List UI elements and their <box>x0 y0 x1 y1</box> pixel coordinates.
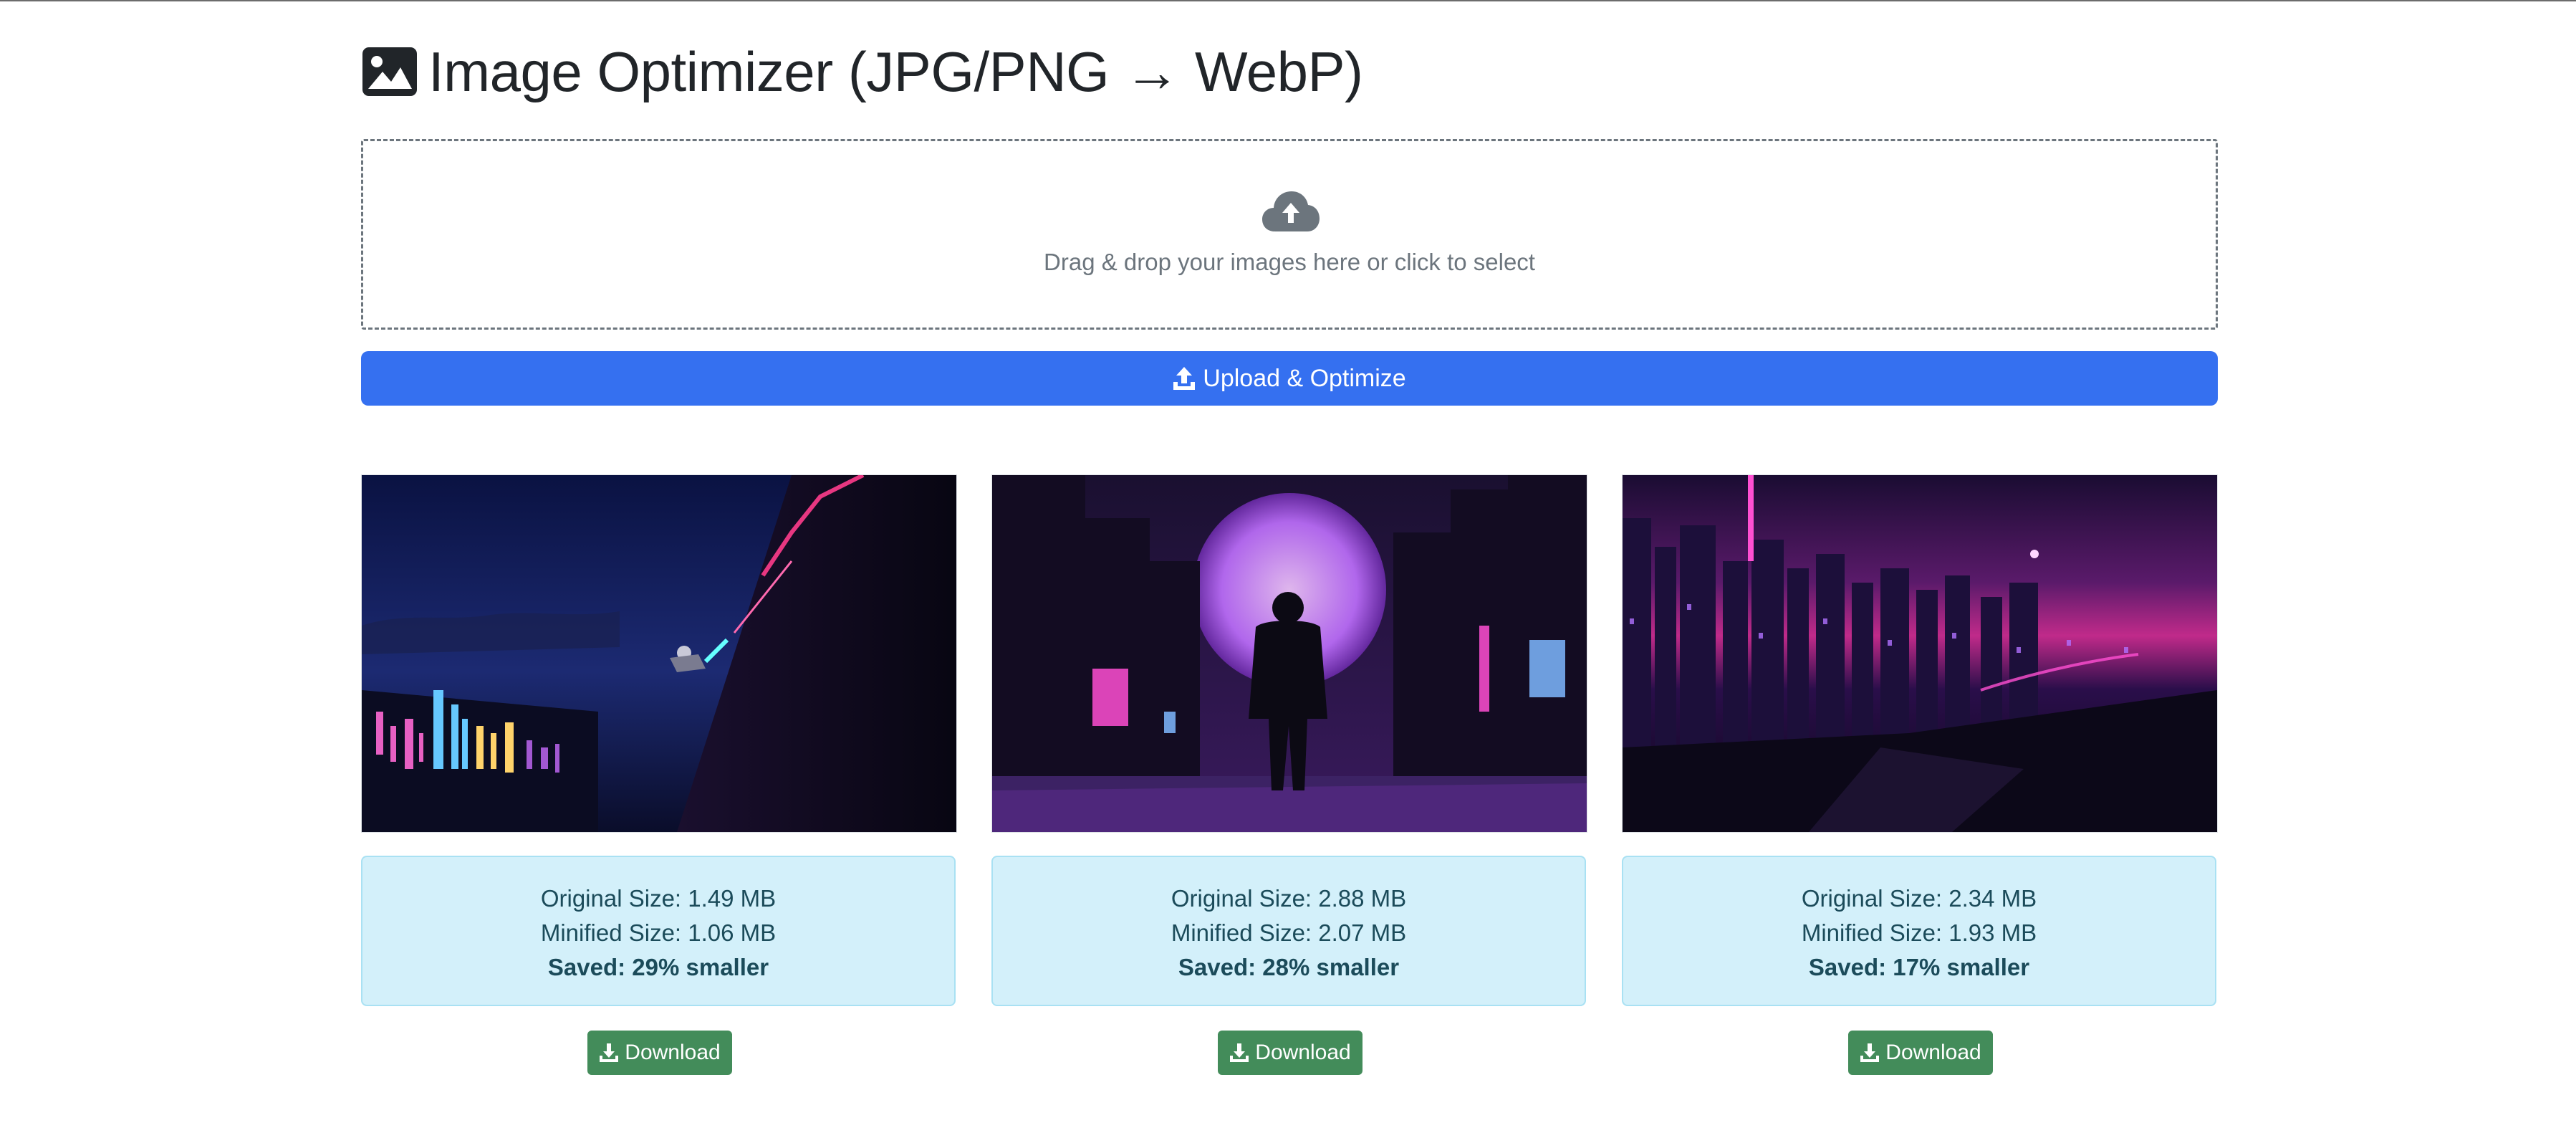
download-label: Download <box>1255 1041 1351 1064</box>
result-image <box>361 474 957 833</box>
download-icon <box>1230 1043 1249 1062</box>
original-size: Original Size: 2.34 MB <box>1801 885 2037 912</box>
download-label: Download <box>625 1041 721 1064</box>
cloud-upload-icon <box>1262 191 1320 231</box>
saved-percent: Saved: 28% smaller <box>1178 954 1400 980</box>
download-icon <box>600 1043 619 1062</box>
minified-size: Minified Size: 1.93 MB <box>1801 919 2037 946</box>
original-size: Original Size: 1.49 MB <box>540 885 777 912</box>
image-icon <box>362 47 417 96</box>
result-image <box>1622 474 2218 833</box>
result-image <box>991 474 1587 833</box>
result-stats: Original Size: 2.88 MB Minified Size: 2.… <box>991 856 1586 1006</box>
page-title: Image Optimizer (JPG/PNG → WebP) <box>428 39 1363 103</box>
image-dropzone[interactable]: Drag & drop your images here or click to… <box>361 139 2218 330</box>
upload-icon <box>1173 367 1196 390</box>
minified-size: Minified Size: 2.07 MB <box>1171 919 1407 946</box>
download-button[interactable]: Download <box>1848 1031 1993 1075</box>
saved-percent: Saved: 29% smaller <box>547 954 769 980</box>
minified-size: Minified Size: 1.06 MB <box>540 919 777 946</box>
upload-button-label: Upload & Optimize <box>1203 364 1406 392</box>
result-stats: Original Size: 1.49 MB Minified Size: 1.… <box>361 856 956 1006</box>
download-button[interactable]: Download <box>587 1031 732 1075</box>
dropzone-text: Drag & drop your images here or click to… <box>1044 249 1535 275</box>
result-stats: Original Size: 2.34 MB Minified Size: 1.… <box>1622 856 2216 1006</box>
top-border <box>0 0 2576 1</box>
download-button[interactable]: Download <box>1218 1031 1363 1075</box>
download-icon <box>1860 1043 1880 1062</box>
upload-optimize-button[interactable]: Upload & Optimize <box>361 351 2218 406</box>
download-label: Download <box>1885 1041 1981 1064</box>
original-size: Original Size: 2.88 MB <box>1171 885 1407 912</box>
saved-percent: Saved: 17% smaller <box>1808 954 2030 980</box>
page-header: Image Optimizer (JPG/PNG → WebP) <box>361 37 1363 106</box>
